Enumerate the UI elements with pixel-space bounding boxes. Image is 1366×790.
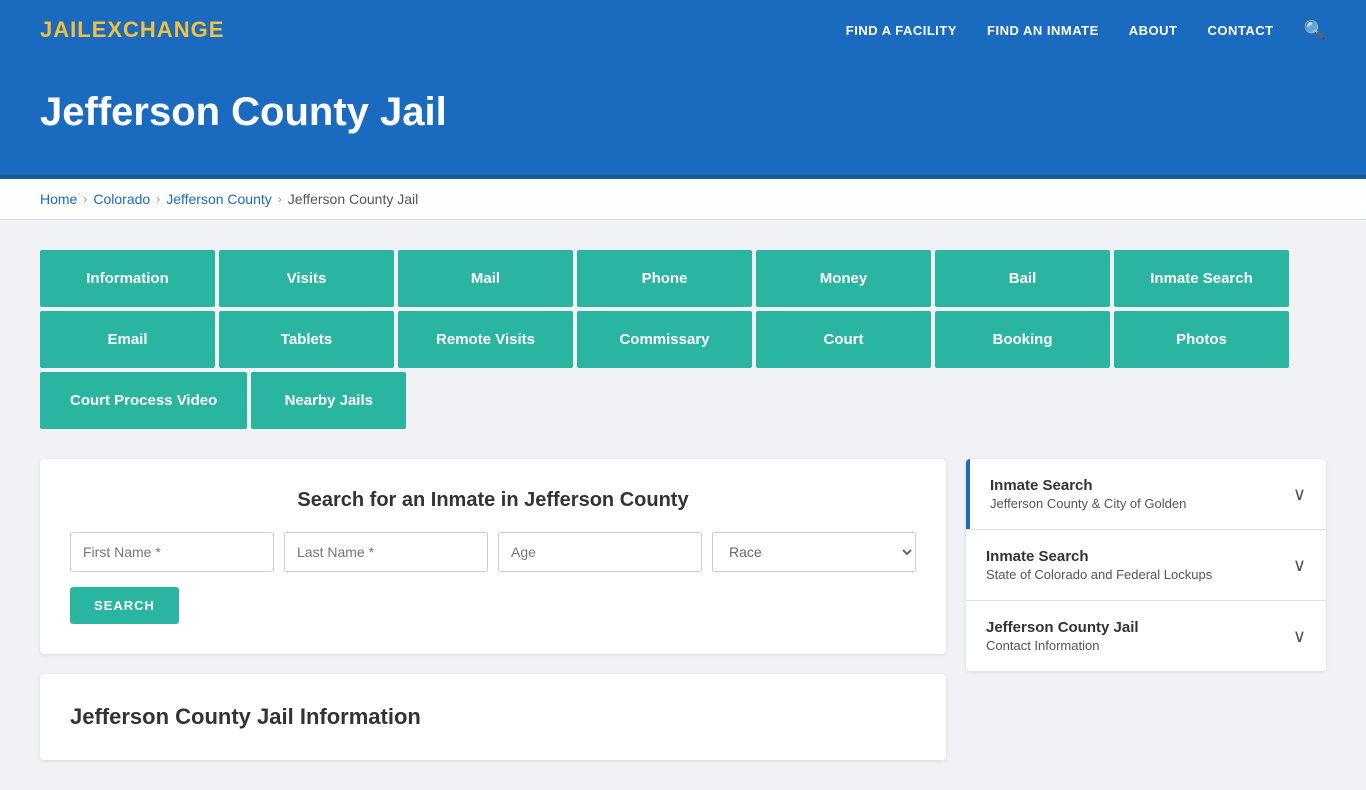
accordion-title-contact: Jefferson County Jail Contact Informatio…: [986, 619, 1139, 653]
nav-find-facility[interactable]: FIND A FACILITY: [846, 23, 957, 38]
breadcrumb: Home › Colorado › Jefferson County › Jef…: [40, 191, 1326, 207]
accordion-chevron-contact: ∨: [1293, 626, 1306, 647]
accordion-main-title-jefferson: Inmate Search: [990, 477, 1186, 494]
search-icon-button[interactable]: 🔍: [1304, 20, 1326, 41]
nav-buttons-row3: Court Process Video Nearby Jails: [40, 372, 406, 429]
right-sidebar: Inmate Search Jefferson County & City of…: [966, 459, 1326, 671]
two-col-layout: Search for an Inmate in Jefferson County…: [40, 459, 1326, 760]
main-nav: FIND A FACILITY FIND AN INMATE ABOUT CON…: [846, 20, 1326, 41]
accordion-sub-title-colorado: State of Colorado and Federal Lockups: [986, 567, 1212, 582]
breadcrumb-colorado[interactable]: Colorado: [93, 191, 150, 207]
breadcrumb-sep-3: ›: [278, 192, 282, 206]
accordion-item-contact: Jefferson County Jail Contact Informatio…: [966, 601, 1326, 671]
main-content: Information Visits Mail Phone Money Bail…: [0, 220, 1366, 790]
btn-money[interactable]: Money: [756, 250, 931, 307]
btn-nearby-jails[interactable]: Nearby Jails: [251, 372, 406, 429]
btn-email[interactable]: Email: [40, 311, 215, 368]
accordion-title-jefferson: Inmate Search Jefferson County & City of…: [990, 477, 1186, 511]
btn-court[interactable]: Court: [756, 311, 931, 368]
nav-buttons-row1: Information Visits Mail Phone Money Bail…: [40, 250, 1320, 307]
last-name-input[interactable]: [284, 532, 488, 572]
btn-bail[interactable]: Bail: [935, 250, 1110, 307]
btn-commissary[interactable]: Commissary: [577, 311, 752, 368]
btn-information[interactable]: Information: [40, 250, 215, 307]
btn-mail[interactable]: Mail: [398, 250, 573, 307]
btn-booking[interactable]: Booking: [935, 311, 1110, 368]
first-name-input[interactable]: [70, 532, 274, 572]
logo[interactable]: JAILEXCHANGE: [40, 17, 224, 43]
info-section: Jefferson County Jail Information: [40, 674, 946, 760]
accordion-main-title-contact: Jefferson County Jail: [986, 619, 1139, 636]
age-input[interactable]: [498, 532, 702, 572]
btn-photos[interactable]: Photos: [1114, 311, 1289, 368]
nav-contact[interactable]: CONTACT: [1207, 23, 1273, 38]
nav-buttons-row2: Email Tablets Remote Visits Commissary C…: [40, 311, 1320, 368]
btn-court-process-video[interactable]: Court Process Video: [40, 372, 247, 429]
accordion-item-colorado: Inmate Search State of Colorado and Fede…: [966, 530, 1326, 601]
accordion-header-colorado[interactable]: Inmate Search State of Colorado and Fede…: [966, 530, 1326, 600]
breadcrumb-jefferson-county[interactable]: Jefferson County: [166, 191, 272, 207]
btn-inmate-search[interactable]: Inmate Search: [1114, 250, 1289, 307]
race-select[interactable]: Race White Black Hispanic Asian Native A…: [712, 532, 916, 572]
nav-about[interactable]: ABOUT: [1129, 23, 1178, 38]
btn-remote-visits[interactable]: Remote Visits: [398, 311, 573, 368]
accordion-header-contact[interactable]: Jefferson County Jail Contact Informatio…: [966, 601, 1326, 671]
search-fields: Race White Black Hispanic Asian Native A…: [70, 532, 916, 572]
logo-exchange: EXCHANGE: [92, 17, 225, 42]
left-column: Search for an Inmate in Jefferson County…: [40, 459, 946, 760]
breadcrumb-current: Jefferson County Jail: [288, 191, 418, 207]
sidebar-card: Inmate Search Jefferson County & City of…: [966, 459, 1326, 671]
btn-tablets[interactable]: Tablets: [219, 311, 394, 368]
nav-buttons-grid: Information Visits Mail Phone Money Bail…: [40, 250, 1320, 429]
accordion-header-jefferson[interactable]: Inmate Search Jefferson County & City of…: [966, 459, 1326, 529]
info-section-title: Jefferson County Jail Information: [70, 704, 916, 730]
breadcrumb-sep-1: ›: [83, 192, 87, 206]
search-button[interactable]: SEARCH: [70, 587, 179, 624]
accordion-item-jefferson: Inmate Search Jefferson County & City of…: [966, 459, 1326, 530]
accordion-chevron-jefferson: ∨: [1293, 484, 1306, 505]
inmate-search-card: Search for an Inmate in Jefferson County…: [40, 459, 946, 654]
page-title: Jefferson County Jail: [40, 90, 1326, 135]
nav-find-inmate[interactable]: FIND AN INMATE: [987, 23, 1099, 38]
accordion-title-colorado: Inmate Search State of Colorado and Fede…: [986, 548, 1212, 582]
logo-jail: JAIL: [40, 17, 92, 42]
header: JAILEXCHANGE FIND A FACILITY FIND AN INM…: [0, 0, 1366, 60]
btn-phone[interactable]: Phone: [577, 250, 752, 307]
accordion-sub-title-contact: Contact Information: [986, 638, 1139, 653]
search-card-title: Search for an Inmate in Jefferson County: [70, 489, 916, 512]
breadcrumb-home[interactable]: Home: [40, 191, 77, 207]
breadcrumb-bar: Home › Colorado › Jefferson County › Jef…: [0, 179, 1366, 220]
accordion-chevron-colorado: ∨: [1293, 555, 1306, 576]
btn-visits[interactable]: Visits: [219, 250, 394, 307]
accordion-main-title-colorado: Inmate Search: [986, 548, 1212, 565]
hero-section: Jefferson County Jail: [0, 60, 1366, 179]
accordion-sub-title-jefferson: Jefferson County & City of Golden: [990, 496, 1186, 511]
breadcrumb-sep-2: ›: [156, 192, 160, 206]
